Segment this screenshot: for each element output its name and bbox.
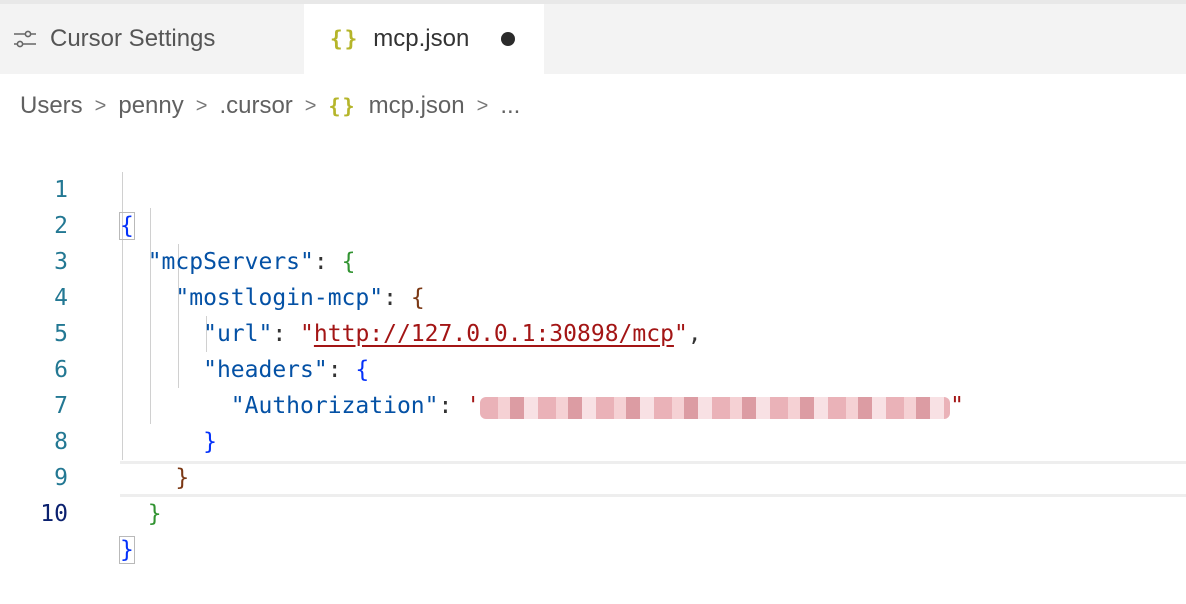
tab-bar: Cursor Settings {} mcp.json <box>0 4 1186 74</box>
breadcrumb-item-mcp-json[interactable]: mcp.json <box>369 92 465 120</box>
breadcrumb: Users > penny > .cursor > {} mcp.json > … <box>20 88 520 124</box>
code-line: 1 { <box>0 136 1186 240</box>
breadcrumb-item-penny[interactable]: penny <box>118 92 183 120</box>
code-line: 8 } <box>0 388 1186 491</box>
code-line: 9 } <box>0 424 1186 527</box>
json-braces-icon: {} <box>330 27 360 51</box>
unsaved-dot-icon[interactable] <box>501 32 516 46</box>
breadcrumb-item-cursor[interactable]: .cursor <box>219 92 292 120</box>
tab-mcp-json[interactable]: {} mcp.json <box>304 4 544 74</box>
close-brace: } <box>147 501 162 527</box>
close-brace: } <box>119 536 135 564</box>
tab-cursor-settings-label: Cursor Settings <box>50 25 216 52</box>
line-number: 10 <box>40 501 68 527</box>
sliders-icon <box>14 30 36 48</box>
chevron-right-icon: > <box>476 94 489 117</box>
code-line: 3 "mostlogin-mcp": { <box>0 208 1186 311</box>
code-line: 2 "mcpServers": { <box>0 172 1186 275</box>
code-line: 4 "url": "http://127.0.0.1:30898/mcp", <box>0 244 1186 347</box>
chevron-right-icon: > <box>195 94 208 117</box>
chevron-right-icon: > <box>94 94 107 117</box>
breadcrumb-item-more[interactable]: ... <box>500 92 520 120</box>
breadcrumb-item-users[interactable]: Users <box>20 92 83 120</box>
tab-mcp-json-label: mcp.json <box>373 25 470 52</box>
json-braces-icon: {} <box>328 94 357 118</box>
code-line: 10 } <box>0 460 1186 564</box>
chevron-right-icon: > <box>304 94 317 117</box>
code-line: 7 } <box>0 352 1186 455</box>
tab-cursor-settings[interactable]: Cursor Settings <box>0 4 304 74</box>
code-line: 5 "headers": { <box>0 280 1186 383</box>
code-line: 6 "Authorization": ' " <box>0 316 1186 419</box>
